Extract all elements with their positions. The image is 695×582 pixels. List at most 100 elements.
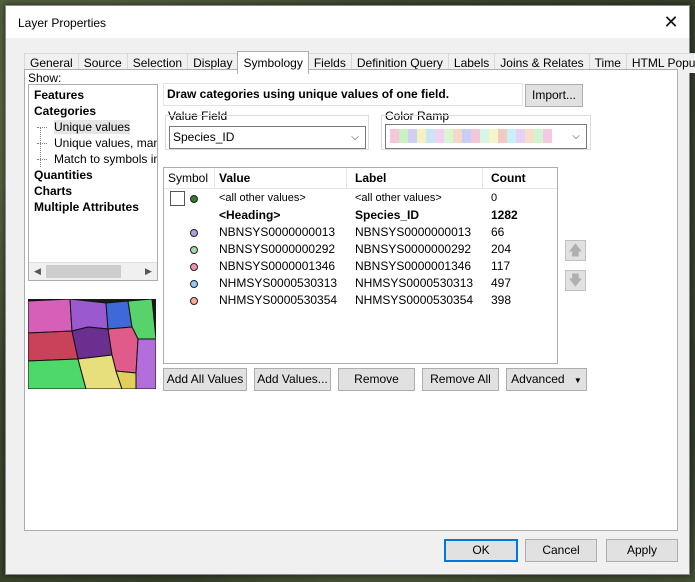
tree-horizontal-scrollbar[interactable]: ◀ ▶ [29,262,157,280]
header-value[interactable]: Value [215,168,347,188]
scrollbar-thumb[interactable] [46,265,121,278]
cell-label: NBNSYS0000001346 [355,259,472,273]
chevron-down-icon[interactable]: ⌵ [347,127,363,148]
symbology-preview-image [28,299,156,389]
show-tree-item[interactable]: Charts [29,183,157,199]
ramp-swatch [462,129,471,143]
close-icon[interactable]: ✕ [657,10,685,34]
cell-value: NHMSYS0000530354 [219,293,338,307]
advanced-button[interactable]: Advanced ▼ [506,368,587,391]
advanced-label: Advanced [511,372,565,386]
cell-count: 66 [491,225,505,239]
table-row[interactable]: <all other values> <all other values> 0 [164,190,557,207]
cell-count: 1282 [491,208,518,222]
ramp-swatch [426,129,435,143]
ramp-swatch [444,129,453,143]
show-tree-item-label: Match to symbols in a [54,152,157,166]
ramp-swatch [408,129,417,143]
cell-value: NBNSYS0000000292 [219,242,336,256]
chevron-down-icon[interactable]: ⌵ [568,125,584,148]
table-row[interactable]: NBNSYS0000001346 NBNSYS0000001346 117 [164,258,557,275]
show-tree-item[interactable]: Quantities [29,167,157,183]
value-field-combo[interactable]: Species_ID ⌵ [169,126,366,149]
point-symbol-icon[interactable] [190,297,198,305]
ramp-swatch [507,129,516,143]
show-tree-item[interactable]: Multiple Attributes [29,199,157,215]
remove-button[interactable]: Remove [338,368,415,391]
point-symbol-icon[interactable] [190,280,198,288]
cell-count: 0 [491,192,498,204]
ramp-swatch [525,129,534,143]
show-tree-item[interactable]: Unique values [29,119,157,135]
import-button[interactable]: Import... [525,84,583,107]
header-count[interactable]: Count [487,168,536,188]
tree-connector [37,127,47,128]
show-tree-item-label: Unique values [54,120,131,134]
dropdown-arrow-icon: ▼ [573,376,582,385]
cell-count: 117 [491,259,511,273]
table-row[interactable]: <Heading> Species_ID 1282 [164,207,557,224]
window-title: Layer Properties [18,16,107,30]
color-ramp-swatches [390,129,552,143]
point-symbol-icon[interactable] [190,195,198,203]
cell-count: 497 [491,276,512,290]
scroll-right-icon[interactable]: ▶ [140,263,157,280]
cell-value: <Heading> [219,208,281,222]
cancel-button[interactable]: Cancel [525,539,597,562]
tab-symbology[interactable]: Symbology [237,51,309,74]
ramp-swatch [399,129,408,143]
table-row[interactable]: NBNSYS0000000292 NBNSYS0000000292 204 [164,241,557,258]
cell-label: NBNSYS0000000292 [355,242,472,256]
header-symbol[interactable]: Symbol [164,168,215,188]
layer-properties-dialog: Layer Properties ✕ General Source Selectio… [5,5,695,575]
move-up-icon[interactable]: 🡅 [565,240,586,261]
show-tree: Features Categories Unique values Unique va… [28,84,158,281]
cell-value: NBNSYS0000001346 [219,259,336,273]
table-row[interactable]: NBNSYS0000000013 NBNSYS0000000013 66 [164,224,557,241]
ramp-swatch [417,129,426,143]
renderer-description: Draw categories using unique values of o… [163,83,523,106]
ramp-swatch [390,129,399,143]
move-down-icon[interactable]: 🡇 [565,270,586,291]
apply-button[interactable]: Apply [606,539,678,562]
ramp-swatch [534,129,543,143]
table-header: Symbol Value Label Count [164,168,557,189]
cell-label: NBNSYS0000000013 [355,225,472,239]
ramp-swatch [471,129,480,143]
point-symbol-icon[interactable] [190,229,198,237]
cell-label: NHMSYS0000530354 [355,293,474,307]
ramp-swatch [435,129,444,143]
ramp-swatch [453,129,462,143]
table-row[interactable]: NHMSYS0000530313 NHMSYS0000530313 497 [164,275,557,292]
point-symbol-icon[interactable] [190,246,198,254]
add-all-values-button[interactable]: Add All Values [163,368,247,391]
ramp-swatch [489,129,498,143]
scroll-left-icon[interactable]: ◀ [29,263,46,280]
tree-connector [37,143,47,144]
cell-count: 398 [491,293,512,307]
header-label[interactable]: Label [351,168,483,188]
remove-all-button[interactable]: Remove All [422,368,499,391]
show-tree-item-label: Unique values, many [54,136,158,150]
show-tree-item[interactable]: Categories [29,103,157,119]
tab-strip: General Source Selection Display Symbology Fi… [24,50,695,74]
cell-label: Species_ID [355,208,420,222]
ramp-swatch [480,129,489,143]
add-values-button[interactable]: Add Values... [254,368,331,391]
cell-value: NBNSYS0000000013 [219,225,336,239]
ok-button[interactable]: OK [444,539,518,562]
cell-value: <all other values> [219,192,306,204]
table-row[interactable]: NHMSYS0000530354 NHMSYS0000530354 398 [164,292,557,309]
symbology-panel: Show: Features Categories Unique values Uni… [24,69,678,531]
show-label: Show: [28,71,62,85]
cell-label: NHMSYS0000530313 [355,276,474,290]
point-symbol-icon[interactable] [190,263,198,271]
color-ramp-combo[interactable]: ⌵ [385,124,587,149]
show-tree-item[interactable]: Unique values, many [29,135,157,151]
show-tree-item[interactable]: Match to symbols in a [29,151,157,167]
cell-count: 204 [491,242,512,256]
symbol-checkbox[interactable] [170,191,185,206]
cell-value: NHMSYS0000530313 [219,276,338,290]
show-tree-item[interactable]: Features [29,87,157,103]
title-bar: Layer Properties ✕ [6,6,689,38]
